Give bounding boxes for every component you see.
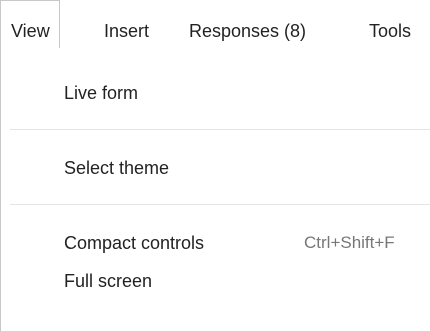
menu-view[interactable]: View <box>0 0 60 48</box>
menu-separator <box>10 204 430 205</box>
menu-view-label: View <box>11 21 50 41</box>
menu-item-label: Full screen <box>64 271 153 291</box>
keyboard-shortcut: Ctrl+Shift+F <box>304 233 395 252</box>
menu-responses[interactable]: Responses (8) <box>189 0 306 48</box>
menu-item-live-form[interactable]: Live form <box>64 73 430 113</box>
menu-tools-label: Tools <box>369 21 412 41</box>
menu-item-label: Select theme <box>64 158 170 178</box>
menu-item-label: Live form <box>64 83 139 103</box>
menu-insert[interactable]: Insert <box>104 0 149 48</box>
menu-bar: View Insert Responses (8) Tools <box>0 0 430 48</box>
view-dropdown-menu: Live form Select theme Compact controls … <box>0 47 430 331</box>
menu-separator <box>10 129 430 130</box>
menu-responses-label: Responses (8) <box>189 21 307 41</box>
menu-item-label: Compact controls <box>64 233 205 253</box>
menu-tools[interactable]: Tools <box>369 0 411 48</box>
menu-item-compact-controls[interactable]: Compact controls Ctrl+Shift+F <box>64 223 430 263</box>
menu-item-full-screen[interactable]: Full screen <box>64 261 430 301</box>
menu-insert-label: Insert <box>104 21 150 41</box>
menu-item-select-theme[interactable]: Select theme <box>64 148 430 188</box>
